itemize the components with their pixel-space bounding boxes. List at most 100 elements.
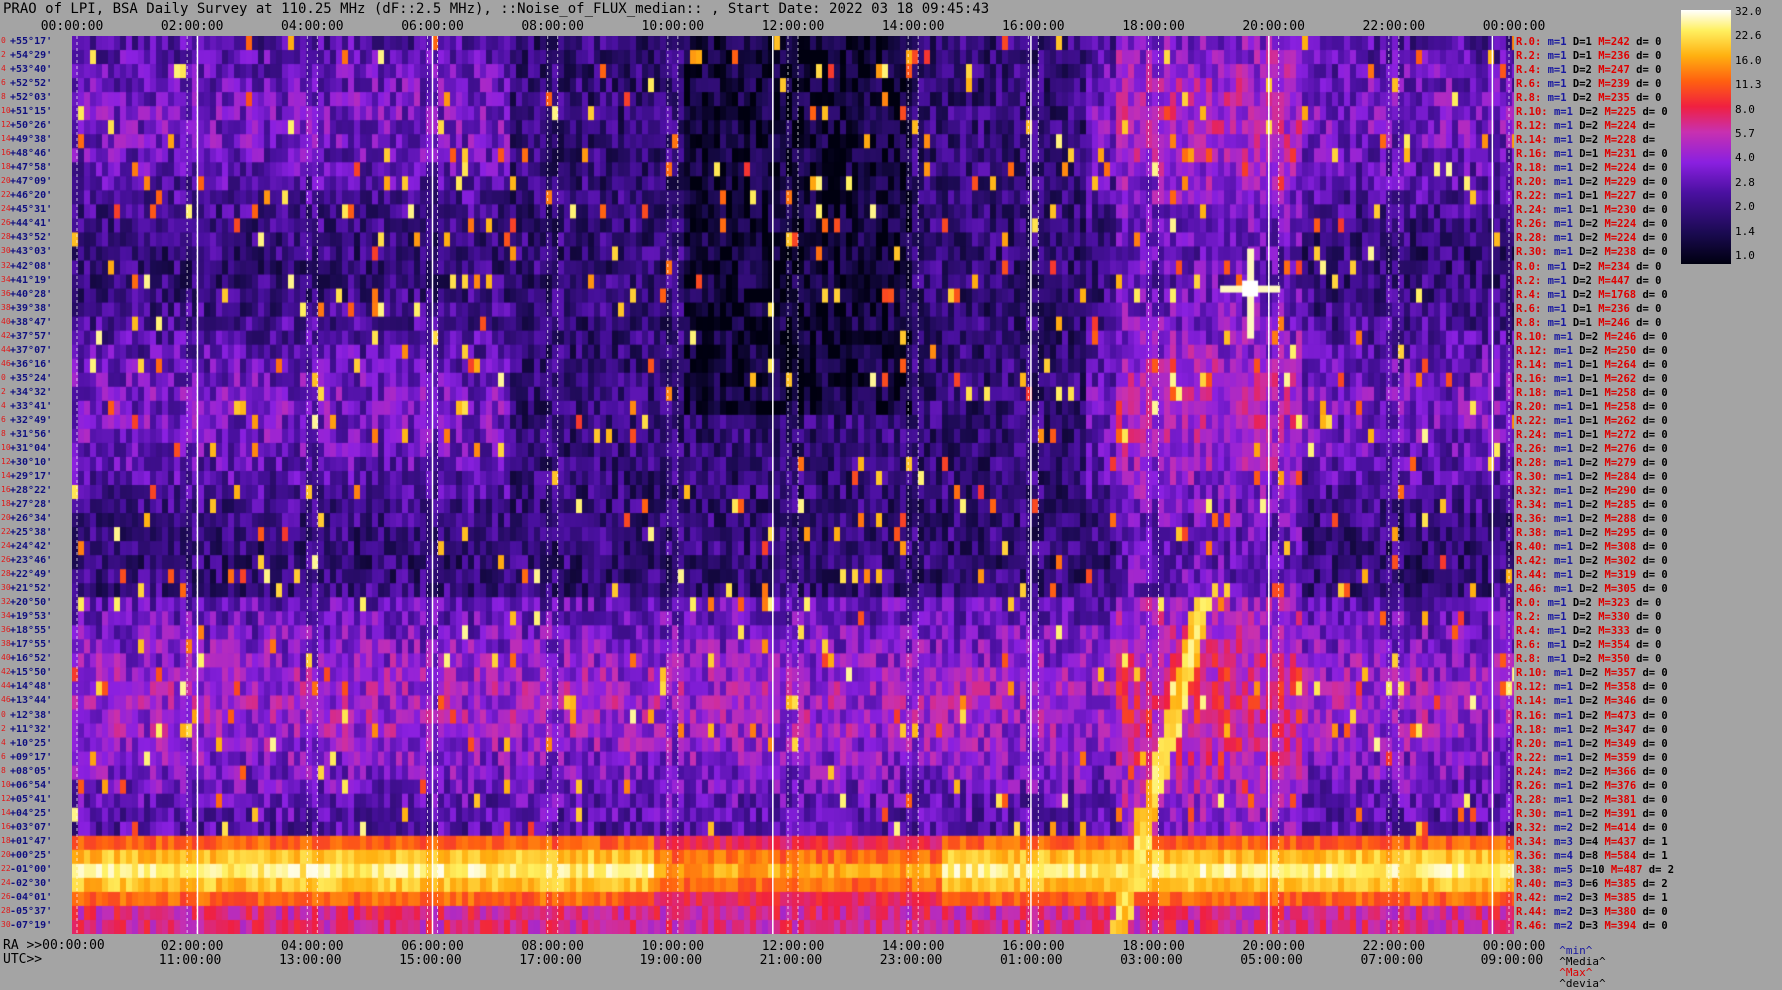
stat-M: M=414 xyxy=(1604,821,1643,834)
ra-tick-label: 02:00:00 xyxy=(160,939,224,954)
stat-M: M=323 xyxy=(1598,597,1637,610)
stat-r: R.14: xyxy=(1516,134,1554,147)
stat-r: R.32: xyxy=(1516,485,1554,497)
beam-number: 4 xyxy=(1,400,6,410)
stat-d: d= 2 xyxy=(1648,863,1675,876)
declination-label: +26°34' xyxy=(10,513,53,525)
stat-D: D=6 xyxy=(1579,877,1605,890)
beam-stat-row: R.18: m=1 D=2 M=224 d= 0 xyxy=(1516,163,1668,174)
declination-label: +33°41' xyxy=(10,400,53,412)
stat-m: m=1 xyxy=(1553,807,1580,820)
beam-stat-row: R.30: m=1 D=2 M=391 d= 0 xyxy=(1516,807,1668,820)
stat-r: R.10: xyxy=(1516,330,1554,343)
stat-M: M=349 xyxy=(1604,737,1643,750)
stat-d: d= 0 xyxy=(1642,232,1668,245)
stat-d: d= 0 xyxy=(1642,541,1668,554)
stat-M: M=224 xyxy=(1604,218,1643,231)
declination-label: +37°07' xyxy=(10,344,53,356)
stat-d: d= 0 xyxy=(1642,442,1668,455)
stat-r: R.28: xyxy=(1516,456,1554,469)
stat-r: R.0: xyxy=(1516,597,1548,610)
stat-m: m=1 xyxy=(1547,92,1573,105)
stat-r: R.14: xyxy=(1516,358,1554,371)
ra-tick-label: 04:00:00 xyxy=(281,939,344,954)
colorbar-tick-label: 1.4 xyxy=(1735,224,1755,238)
ra-tick-label: 18:00:00 xyxy=(1122,939,1185,954)
declination-label: +06°54' xyxy=(10,779,53,791)
stat-D: D=1 xyxy=(1579,386,1605,399)
beam-number: 6 xyxy=(1,751,6,761)
declination-label: +14°48' xyxy=(10,681,53,693)
stat-d: d= 0 xyxy=(1642,162,1668,175)
stat-M: M=250 xyxy=(1604,344,1643,357)
beam-stat-row: R.20: m=1 D=2 M=349 d= 0 xyxy=(1516,737,1668,750)
stat-m: m=1 xyxy=(1547,611,1573,624)
stat-m: m=1 xyxy=(1553,120,1580,133)
stat-d: d= 0 xyxy=(1642,709,1668,722)
stat-m: m=2 xyxy=(1553,765,1580,778)
beam-stat-row: R.6: m=1 D=1 M=236 d= 0 xyxy=(1516,302,1661,315)
stat-m: m=1 xyxy=(1553,148,1580,161)
stat-D: D=2 xyxy=(1579,709,1605,722)
stat-M: M=236 xyxy=(1598,302,1637,315)
beam-stat-row: R.36: m=4 D=8 M=584 d= 1 xyxy=(1516,851,1668,862)
stat-r: R.40: xyxy=(1516,877,1554,890)
stat-d: d= 0 xyxy=(1642,246,1668,259)
beam-stat-row: R.22: m=1 D=1 M=227 d= 0 xyxy=(1516,191,1668,202)
beam-stat-row: R.26: m=1 D=2 M=224 d= 0 xyxy=(1516,219,1668,230)
stat-d: d= 0 xyxy=(1636,639,1662,652)
colorbar-tick-label: 32.0 xyxy=(1735,5,1762,18)
stat-M: M=246 xyxy=(1598,316,1637,329)
declination-label: +43°52' xyxy=(10,232,53,244)
stat-d: d= 0 xyxy=(1642,765,1668,778)
beam-stat-row: R.30: m=1 D=2 M=238 d= 0 xyxy=(1516,247,1668,258)
declination-label: +15°50' xyxy=(10,667,53,679)
stat-D: D=2 xyxy=(1572,64,1599,77)
declination-label: +46°20' xyxy=(10,190,53,202)
stat-d: d= 0 xyxy=(1642,190,1668,203)
stat-r: R.4: xyxy=(1516,64,1548,77)
stat-M: M=246 xyxy=(1604,330,1643,343)
stats-legend: ^min^ ^Media^ ^Max^ ^devia^ xyxy=(1546,934,1605,989)
stat-r: R.28: xyxy=(1516,232,1554,245)
stat-M: M=235 xyxy=(1598,92,1637,105)
colorbar-tick-label: 4.0 xyxy=(1735,151,1755,165)
beam-stat-row: R.28: m=1 D=2 M=279 d= 0 xyxy=(1516,458,1668,469)
stat-D: D=2 xyxy=(1572,288,1599,301)
beam-stat-row: R.12: m=1 D=2 M=250 d= 0 xyxy=(1516,344,1668,357)
stat-d: d= 0 xyxy=(1642,555,1668,568)
stat-d: d= 0 xyxy=(1642,695,1668,708)
beam-stat-row: R.4: m=1 D=2 M=247 d= 0 xyxy=(1516,65,1661,76)
declination-label: +38°47' xyxy=(10,316,53,328)
stat-d: d= 0 xyxy=(1642,176,1668,189)
declination-label: +34°32' xyxy=(10,386,53,398)
stat-r: R.2: xyxy=(1516,50,1548,63)
stat-M: M=366 xyxy=(1604,765,1643,778)
stat-D: D=1 xyxy=(1579,414,1605,427)
ra-tick-label: 08:00:00 xyxy=(521,939,584,954)
top-tick-label: 16:00:00 xyxy=(1002,19,1065,34)
stat-m: m=1 xyxy=(1547,302,1573,315)
stat-D: D=2 xyxy=(1579,807,1605,820)
beam-stat-row: R.22: m=1 D=1 M=262 d= 0 xyxy=(1516,416,1668,427)
stat-r: R.6: xyxy=(1516,639,1548,652)
stat-D: D=4 xyxy=(1579,835,1605,848)
beam-stat-row: R.14: m=1 D=2 M=346 d= 0 xyxy=(1516,696,1668,707)
declination-label: +50°26' xyxy=(10,120,53,132)
stat-D: D=2 xyxy=(1579,569,1605,582)
top-tick-label: 12:00:00 xyxy=(761,19,825,34)
stat-M: M=347 xyxy=(1604,723,1643,736)
declination-label: +12°38' xyxy=(10,709,53,721)
stat-r: R.16: xyxy=(1516,372,1554,385)
stat-M: M=285 xyxy=(1604,499,1643,512)
stat-m: m=1 xyxy=(1547,288,1573,301)
stat-d: d= 0 xyxy=(1642,456,1668,469)
grid-overlay xyxy=(76,36,1510,934)
stat-d: d= 0 xyxy=(1636,611,1662,624)
beam-number: 6 xyxy=(1,78,6,88)
stat-m: m=1 xyxy=(1553,499,1580,512)
stat-r: R.30: xyxy=(1516,246,1554,259)
stat-d: d= xyxy=(1642,120,1656,133)
stat-r: R.24: xyxy=(1516,765,1554,778)
beam-stat-row: R.44: m=1 D=2 M=319 d= 0 xyxy=(1516,570,1668,581)
